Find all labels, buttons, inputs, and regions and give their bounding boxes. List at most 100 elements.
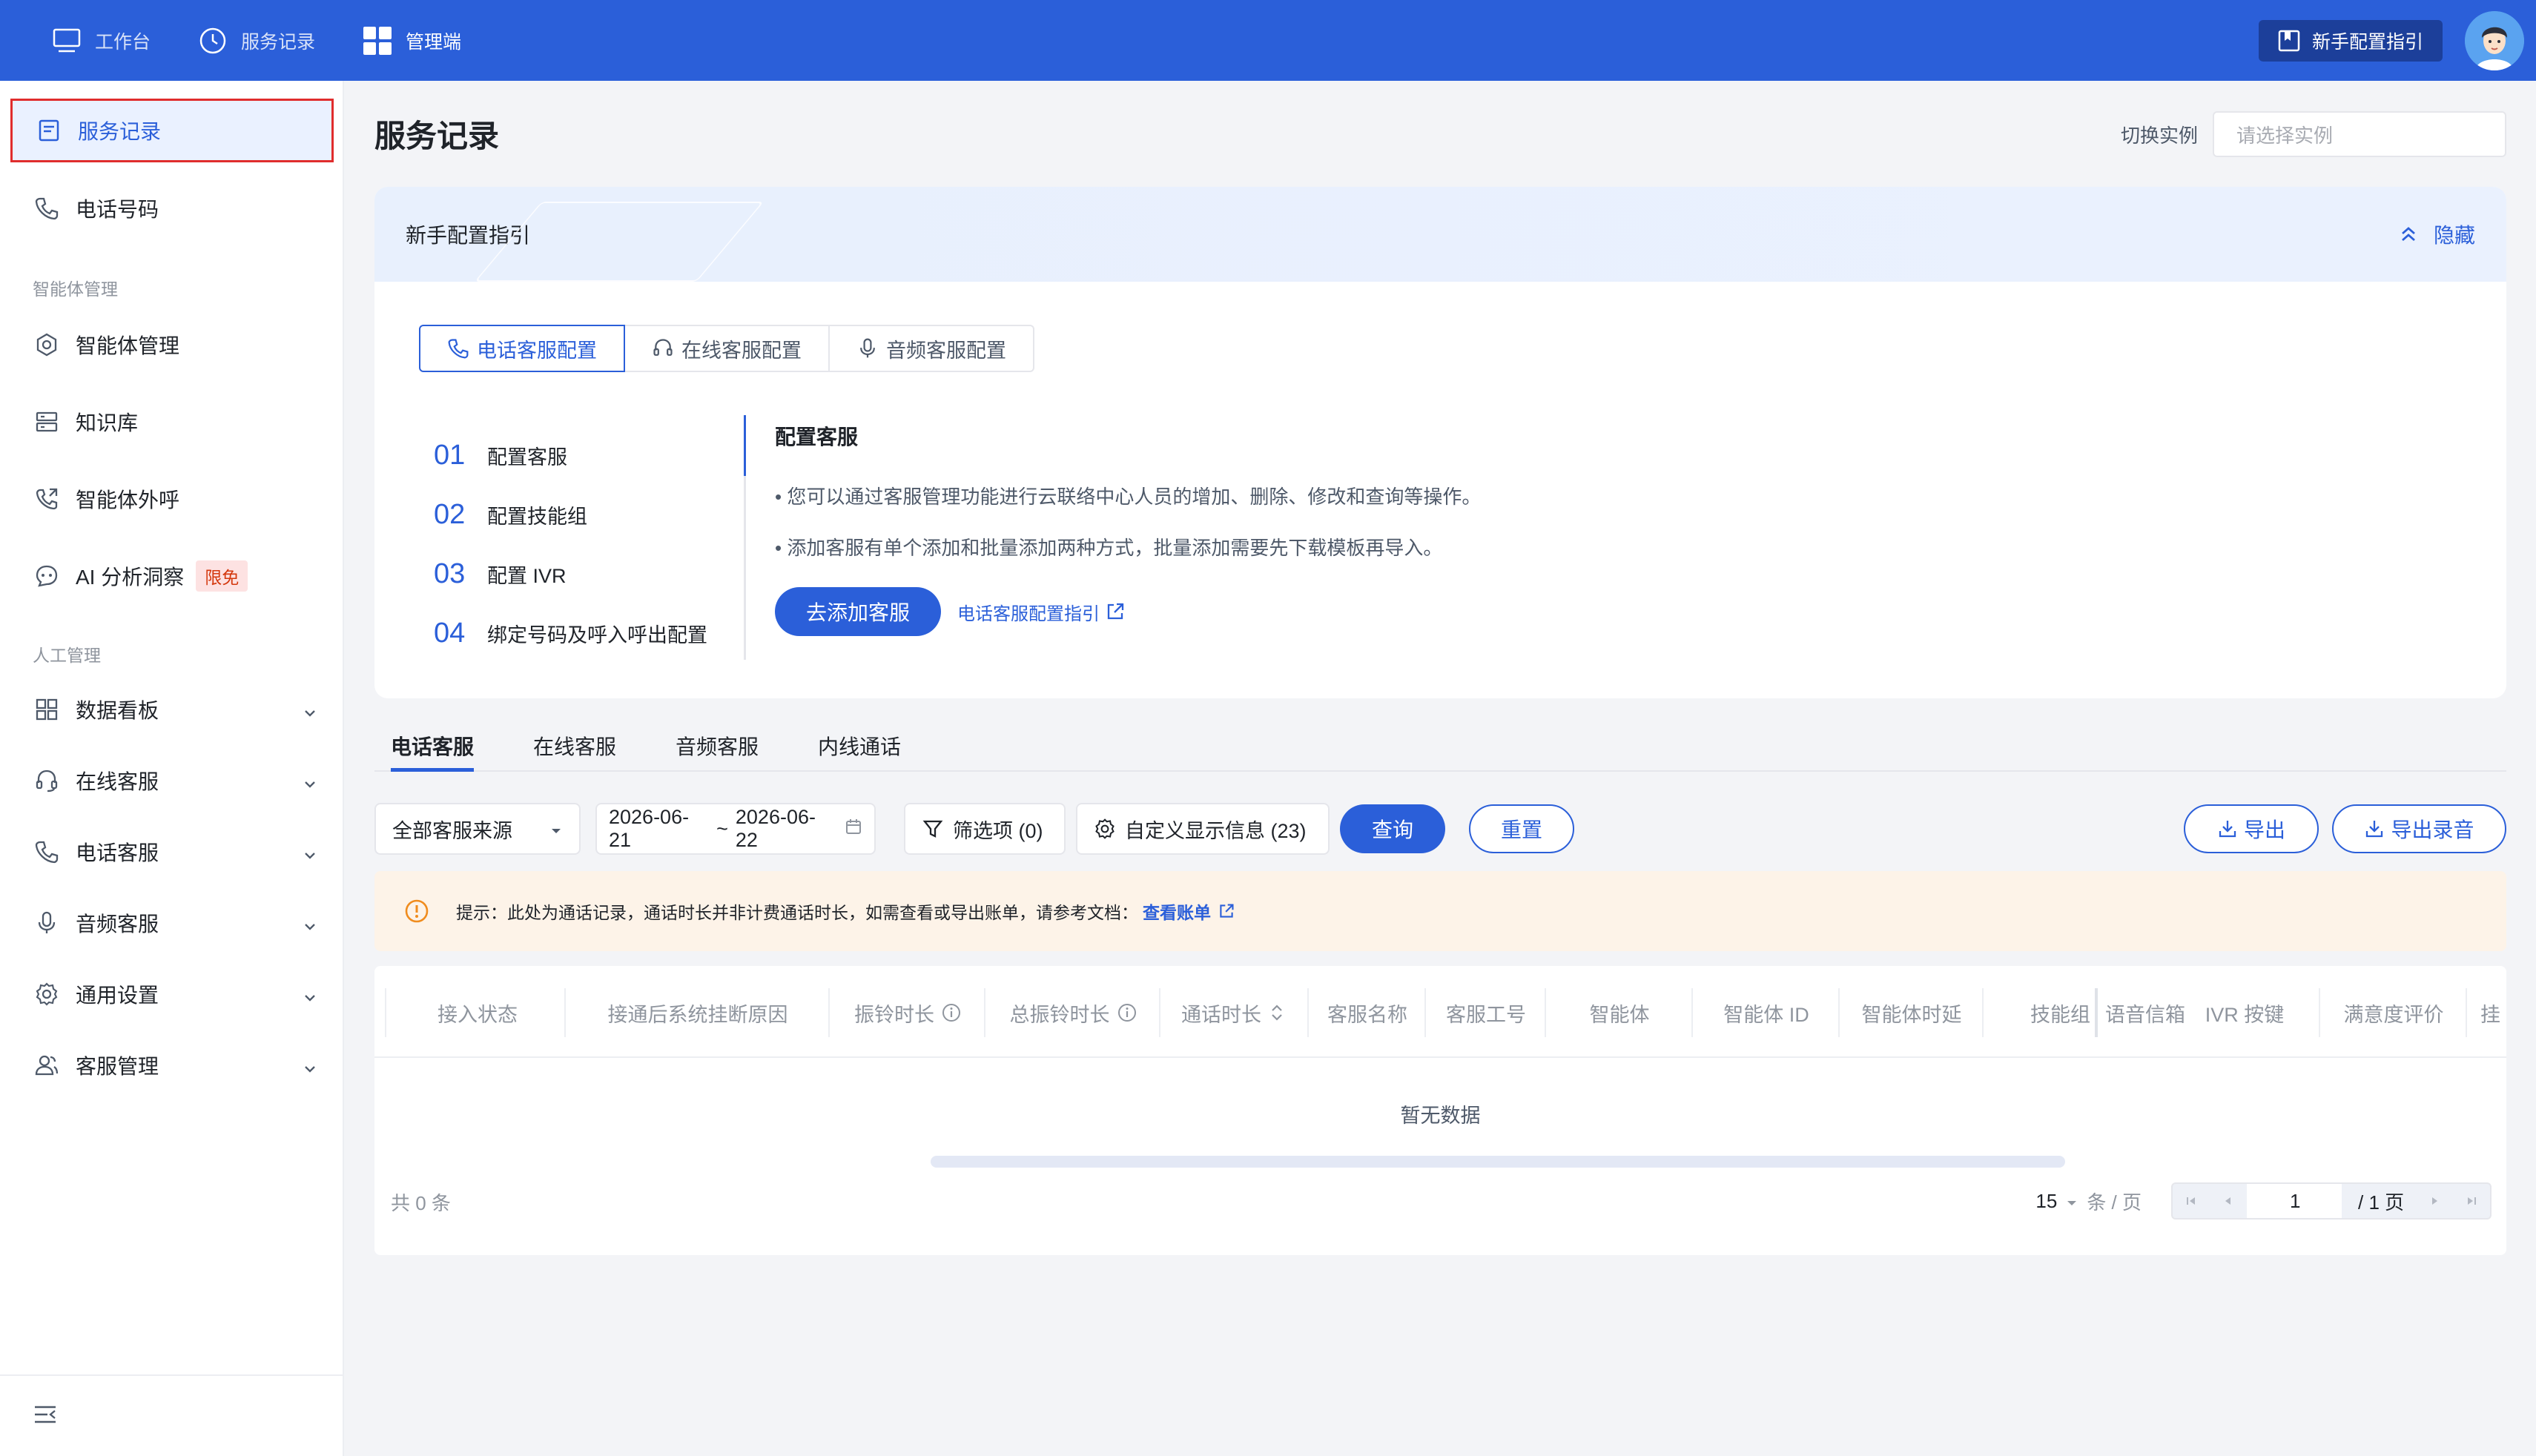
- hide-label: 隐藏: [2433, 224, 2475, 247]
- sidebar-item-label: 知识库: [76, 411, 139, 434]
- guide-header: 新手配置指引 隐藏: [374, 187, 2506, 282]
- tab-phone-service[interactable]: 电话客服: [391, 721, 475, 772]
- reset-button[interactable]: 重置: [1469, 804, 1574, 853]
- guide-icon: [2278, 30, 2300, 52]
- sidebar-item-agent-staff[interactable]: 客服管理: [0, 1030, 344, 1101]
- next-page-icon[interactable]: [2416, 1184, 2453, 1218]
- info-icon[interactable]: [942, 1003, 961, 1022]
- sidebar-item-agent-outbound[interactable]: 智能体外呼: [0, 463, 344, 535]
- sidebar-item-online-service[interactable]: 在线客服: [0, 745, 344, 816]
- date-range-picker[interactable]: 2026-06-21 ~ 2026-06-22: [595, 803, 876, 855]
- step-item[interactable]: 04 绑定号码及呼入呼出配置: [434, 603, 707, 663]
- sidebar-item-agent-management[interactable]: 智能体管理: [0, 309, 344, 380]
- avatar[interactable]: [2465, 10, 2524, 70]
- add-agent-button[interactable]: 去添加客服: [775, 587, 942, 636]
- top-nav: 工作台 服务记录 管理端: [52, 0, 509, 81]
- sort-icon[interactable]: [1269, 1003, 1288, 1022]
- segment-phone-config[interactable]: 电话客服配置: [419, 325, 625, 372]
- sidebar-item-service-records[interactable]: 服务记录: [10, 99, 334, 162]
- sidebar-item-phone-numbers[interactable]: 电话号码: [0, 173, 344, 244]
- segment-audio-config[interactable]: 音频客服配置: [830, 325, 1034, 372]
- external-link-icon: [1218, 903, 1235, 919]
- column-header: 智能体 ID: [1691, 988, 1840, 1037]
- column-header-call-duration[interactable]: 通话时长: [1159, 988, 1309, 1037]
- guide-content-title: 配置客服: [775, 426, 859, 449]
- top-nav-service-records[interactable]: 服务记录: [198, 0, 315, 81]
- query-button[interactable]: 查询: [1340, 804, 1445, 853]
- step-item[interactable]: 02 配置技能组: [434, 485, 707, 544]
- horizontal-scrollbar[interactable]: [931, 1156, 2065, 1168]
- hide-guide-button[interactable]: 隐藏: [2398, 187, 2475, 282]
- sidebar-item-label: 电话号码: [76, 198, 159, 221]
- chevron-down-icon: [303, 773, 317, 788]
- last-page-icon[interactable]: [2453, 1184, 2490, 1218]
- double-chevron-up-icon: [2398, 224, 2419, 245]
- page-size-value: 15: [2035, 1189, 2058, 1212]
- info-icon[interactable]: [1117, 1003, 1137, 1022]
- tab-audio-service[interactable]: 音频客服: [676, 721, 759, 770]
- notice-banner: 提示：此处为通话记录，通话时长并非计费通话时长，如需查看或导出账单，请参考文档：…: [374, 871, 2506, 951]
- sidebar: 服务记录 电话号码 智能体管理 智能体管理 知识库 智能体外呼 AI 分析洞察 …: [0, 81, 344, 1456]
- export-label: 导出: [2243, 818, 2285, 841]
- tab-internal-call[interactable]: 内线通话: [818, 721, 901, 770]
- top-right: 新手配置指引: [2258, 0, 2524, 81]
- export-recording-button[interactable]: 导出录音: [2332, 804, 2506, 853]
- headset-icon: [652, 337, 674, 360]
- pagination: 15 条 / 页 1 / 1 页: [2035, 1182, 2492, 1220]
- collapse-menu-icon[interactable]: [33, 1403, 58, 1429]
- filter-options-button[interactable]: 筛选项 (0): [904, 803, 1066, 855]
- sidebar-item-general-settings[interactable]: 通用设置: [0, 959, 344, 1030]
- source-select[interactable]: 全部客服来源: [374, 803, 581, 855]
- column-header: 接入状态: [385, 988, 569, 1037]
- database-icon: [33, 408, 61, 436]
- segment-label: 音频客服配置: [886, 339, 1006, 362]
- gear-icon: [1094, 818, 1116, 840]
- current-page-input[interactable]: 1: [2247, 1184, 2342, 1218]
- step-item[interactable]: 01 配置客服: [434, 426, 707, 485]
- page-size-select[interactable]: 15 条 / 页: [2035, 1188, 2142, 1215]
- column-label: 振铃时长: [854, 1003, 934, 1026]
- column-header: 技能组: [1982, 988, 2096, 1037]
- step-number: 04: [434, 617, 466, 649]
- sidebar-item-ai-insights[interactable]: AI 分析洞察 限免: [0, 540, 344, 612]
- column-header: 挂: [2466, 988, 2506, 1037]
- custom-display-button[interactable]: 自定义显示信息 (23): [1076, 803, 1330, 855]
- top-nav-admin[interactable]: 管理端: [363, 0, 461, 81]
- sidebar-item-label: 客服管理: [76, 1055, 159, 1078]
- first-page-icon[interactable]: [2173, 1184, 2210, 1218]
- custom-display-label: 自定义显示信息 (23): [1125, 819, 1307, 842]
- beginner-guide-button[interactable]: 新手配置指引: [2258, 19, 2443, 62]
- view-bill-link[interactable]: 查看账单: [1143, 899, 1235, 924]
- column-header-total-ring: 总振铃时长: [984, 988, 1160, 1037]
- step-label: 配置客服: [487, 446, 567, 469]
- sidebar-item-label: 智能体管理: [76, 334, 180, 357]
- free-badge: 限免: [196, 560, 248, 592]
- top-nav-workbench[interactable]: 工作台: [52, 0, 151, 81]
- top-bar: 工作台 服务记录 管理端 新手配置指引: [0, 0, 2536, 81]
- instance-select[interactable]: 请选择实例: [2213, 111, 2506, 157]
- step-item[interactable]: 03 配置 IVR: [434, 544, 707, 603]
- prev-page-icon[interactable]: [2210, 1184, 2247, 1218]
- segment-label: 电话客服配置: [477, 339, 597, 362]
- segment-online-config[interactable]: 在线客服配置: [625, 325, 830, 372]
- sidebar-group-agent: 智能体管理: [33, 279, 118, 299]
- external-link-icon: [1106, 602, 1125, 621]
- sidebar-item-dashboard[interactable]: 数据看板: [0, 674, 344, 745]
- tab-online-service[interactable]: 在线客服: [533, 721, 616, 770]
- sidebar-item-knowledge-base[interactable]: 知识库: [0, 386, 344, 457]
- filter-label: 筛选项 (0): [953, 819, 1043, 842]
- top-nav-label: 工作台: [95, 31, 151, 53]
- link-label: 电话客服配置指引: [957, 603, 1100, 624]
- sidebar-item-audio-service[interactable]: 音频客服: [0, 887, 344, 959]
- sidebar-item-phone-service[interactable]: 电话客服: [0, 816, 344, 887]
- step-label: 配置 IVR: [487, 564, 567, 587]
- sidebar-group-manual: 人工管理: [33, 646, 101, 665]
- sidebar-item-label: 服务记录: [78, 120, 162, 143]
- page-title: 服务记录: [374, 119, 500, 153]
- step-label: 绑定号码及呼入呼出配置: [487, 623, 707, 646]
- gear-icon: [33, 980, 61, 1008]
- guide-button-label: 新手配置指引: [2311, 31, 2423, 53]
- phone-config-guide-link[interactable]: 电话客服配置指引: [957, 599, 1125, 625]
- column-header: 语音信箱: [2095, 988, 2193, 1037]
- export-button[interactable]: 导出: [2184, 804, 2319, 853]
